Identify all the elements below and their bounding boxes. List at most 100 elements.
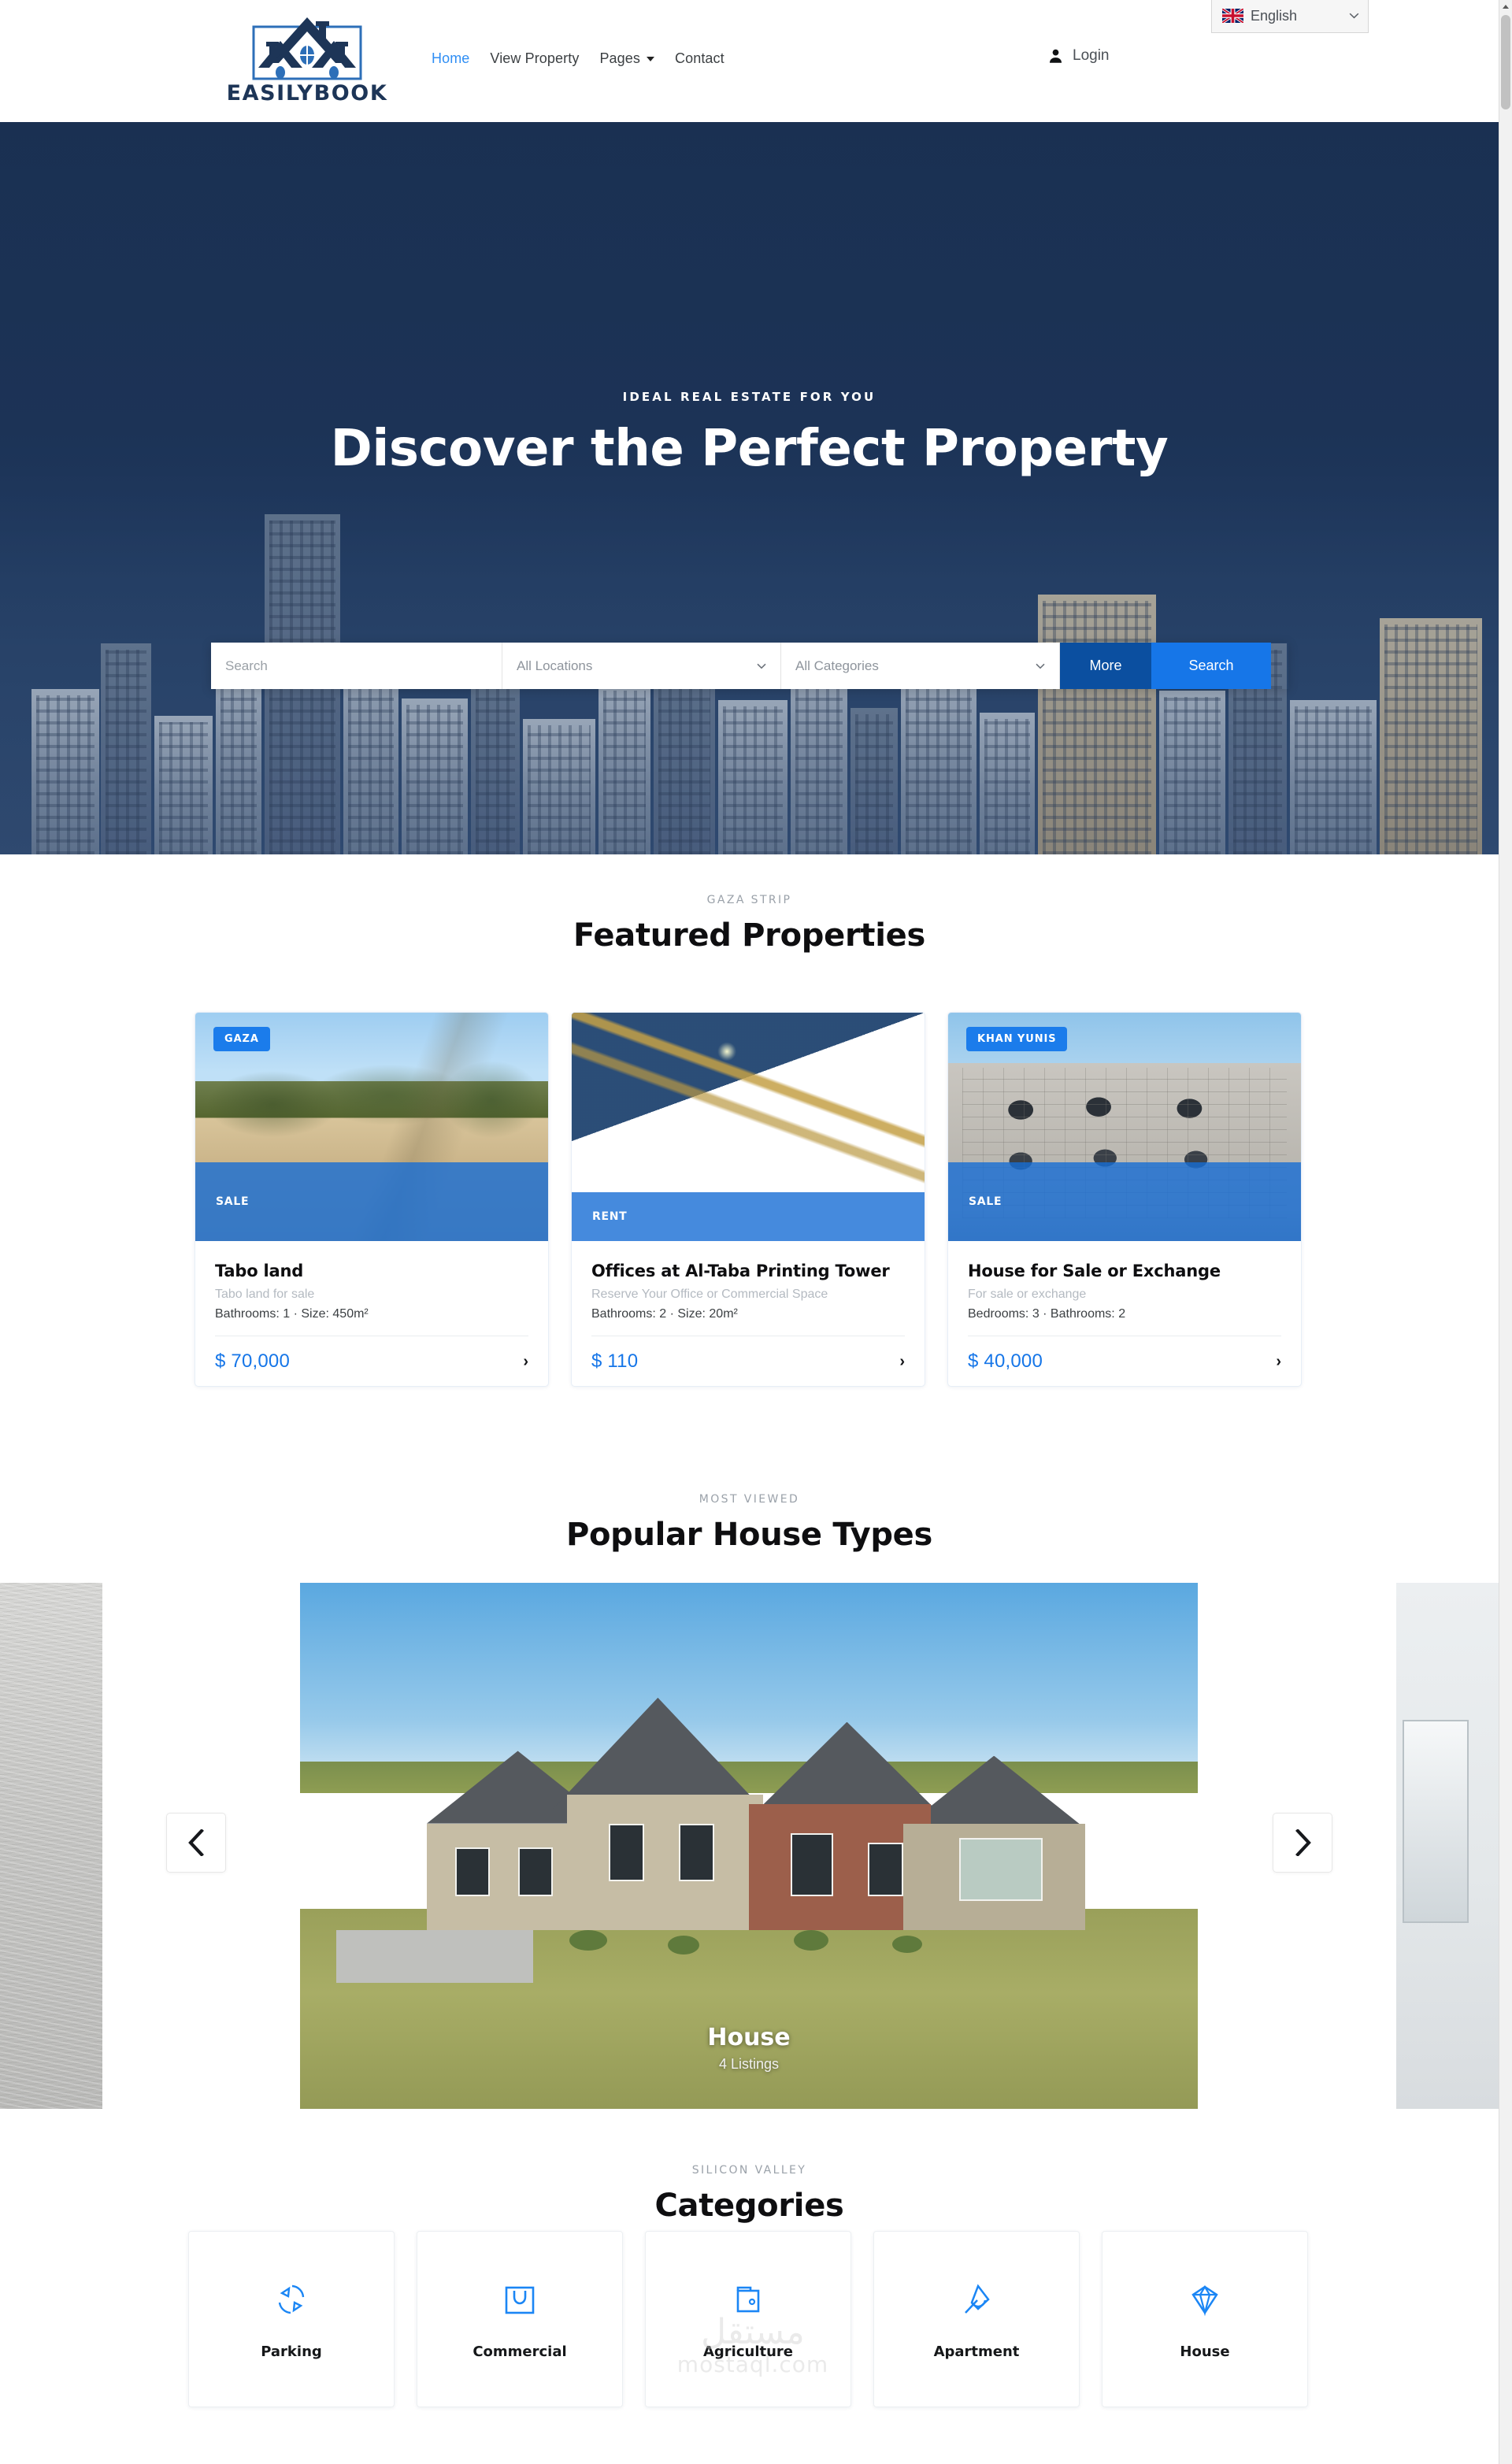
search-keyword-field[interactable] — [211, 643, 502, 689]
category-card-house[interactable]: House — [1102, 2231, 1308, 2407]
property-subtitle: Reserve Your Office or Commercial Space — [591, 1288, 828, 1301]
chevron-down-icon — [1036, 663, 1045, 669]
categories-grid: Parking Commercial Agriculture Apartment… — [188, 2231, 1313, 2407]
carousel-slide-previous[interactable] — [0, 1583, 102, 2109]
page-root: EASILYBOOK Home View Property Pages Cont… — [0, 0, 1512, 2464]
status-badge: RENT — [592, 1210, 628, 1223]
property-title: House for Sale or Exchange — [968, 1262, 1221, 1280]
location-select[interactable]: All Locations — [502, 643, 781, 689]
site-logo[interactable]: EASILYBOOK — [209, 14, 406, 109]
leaf-icon — [965, 2283, 990, 2314]
hero-section: IDEAL REAL ESTATE FOR YOU Discover the P… — [0, 122, 1499, 854]
categories-title: Categories — [654, 2188, 844, 2224]
featured-title: Featured Properties — [573, 917, 925, 954]
chevron-down-icon — [1349, 13, 1359, 19]
nav-item-pages[interactable]: Pages — [599, 50, 654, 67]
nav-item-pages-label: Pages — [599, 50, 640, 66]
status-tag-strip: RENT — [572, 1192, 925, 1241]
scrollbar-thumb[interactable] — [1501, 15, 1510, 109]
featured-eyebrow: GAZA STRIP — [706, 894, 792, 906]
page-scrollbar[interactable] — [1499, 0, 1512, 2464]
nav-item-home[interactable]: Home — [432, 50, 469, 67]
category-label: Commercial — [472, 2343, 567, 2360]
house-type-listing-count: 4 Listings — [718, 2056, 780, 2072]
search-input[interactable] — [225, 658, 487, 674]
property-meta: Bathrooms: 2 · Size: 20m² — [591, 1307, 738, 1321]
house-types-carousel: House 4 Listings — [0, 1583, 1499, 2109]
categories-eyebrow: SILICON VALLEY — [691, 2164, 807, 2177]
carousel-slide-next[interactable] — [1396, 1583, 1499, 2109]
hero-eyebrow: IDEAL REAL ESTATE FOR YOU — [622, 390, 876, 404]
house-type-name: House — [707, 2024, 791, 2051]
refresh-arrows-icon — [278, 2284, 305, 2314]
status-tag-strip: SALE — [195, 1162, 548, 1241]
status-badge: SALE — [969, 1195, 1002, 1208]
carousel-next-button[interactable] — [1273, 1813, 1332, 1873]
more-filters-button[interactable]: More — [1060, 643, 1151, 689]
person-icon — [1049, 49, 1062, 63]
property-search-bar: All Locations All Categories More Search — [211, 643, 1288, 689]
property-meta: Bedrooms: 3 · Bathrooms: 2 — [968, 1307, 1126, 1321]
main-navigation: Home View Property Pages Contact — [432, 50, 724, 67]
browser-viewport: EASILYBOOK Home View Property Pages Cont… — [0, 0, 1499, 2464]
property-title: Offices at Al-Taba Printing Tower — [591, 1262, 890, 1280]
property-image: RENT — [572, 1013, 925, 1241]
category-label: Agriculture — [702, 2343, 794, 2360]
language-selector[interactable]: English — [1211, 0, 1369, 33]
category-label: House — [1180, 2343, 1230, 2360]
category-card-parking[interactable]: Parking — [188, 2231, 395, 2407]
hero-content: IDEAL REAL ESTATE FOR YOU Discover the P… — [0, 390, 1499, 476]
location-badge: GAZA — [213, 1027, 270, 1051]
property-card[interactable]: GAZA SALE Tabo land Tabo land for sale B… — [195, 1012, 549, 1387]
category-card-apartment[interactable]: Apartment — [873, 2231, 1080, 2407]
category-label: Apartment — [933, 2343, 1020, 2360]
location-badge: KHAN YUNIS — [966, 1027, 1068, 1051]
status-tag-strip: SALE — [948, 1162, 1301, 1241]
category-card-commercial[interactable]: Commercial — [417, 2231, 623, 2407]
category-select[interactable]: All Categories — [781, 643, 1060, 689]
chevron-right-icon[interactable]: › — [523, 1354, 528, 1369]
property-image: KHAN YUNIS SALE — [948, 1013, 1301, 1241]
chevron-down-icon — [647, 56, 654, 61]
carousel-prev-button[interactable] — [166, 1813, 226, 1873]
property-image: GAZA SALE — [195, 1013, 548, 1241]
property-price: $ 70,000 — [215, 1350, 291, 1372]
category-label: Parking — [261, 2343, 322, 2360]
carousel-slide-active[interactable]: House 4 Listings — [300, 1583, 1198, 2109]
location-select-label: All Locations — [517, 658, 593, 673]
house-logo-icon — [252, 17, 362, 80]
property-price: $ 110 — [591, 1350, 639, 1372]
login-link[interactable]: Login — [1047, 47, 1110, 65]
category-card-agriculture[interactable]: Agriculture — [645, 2231, 851, 2407]
chevron-right-icon[interactable]: › — [899, 1354, 905, 1369]
carousel-caption: House 4 Listings — [300, 2024, 1198, 2073]
diamond-icon — [1191, 2284, 1218, 2316]
chevron-left-icon — [188, 1829, 204, 1856]
search-button[interactable]: Search — [1151, 643, 1271, 689]
property-subtitle: Tabo land for sale — [215, 1288, 315, 1301]
featured-cards-grid: GAZA SALE Tabo land Tabo land for sale B… — [195, 1012, 1305, 1387]
nav-item-view-property[interactable]: View Property — [490, 50, 579, 67]
shopping-bag-icon — [505, 2286, 535, 2314]
hero-title: Discover the Perfect Property — [330, 420, 1169, 478]
login-label: Login — [1073, 47, 1110, 64]
status-badge: SALE — [216, 1195, 250, 1208]
language-label: English — [1251, 7, 1298, 24]
hero-skyline — [0, 413, 1499, 854]
briefcase-icon — [736, 2286, 760, 2312]
chevron-right-icon[interactable]: › — [1276, 1354, 1281, 1369]
scroll-up-arrow-icon[interactable] — [1499, 0, 1512, 13]
property-card[interactable]: KHAN YUNIS SALE House for Sale or Exchan… — [947, 1012, 1302, 1387]
chevron-right-icon — [1295, 1829, 1311, 1856]
property-price: $ 40,000 — [968, 1350, 1043, 1372]
property-subtitle: For sale or exchange — [968, 1288, 1087, 1301]
featured-properties-section: GAZA STRIP Featured Properties GAZA SALE… — [0, 854, 1499, 1421]
nav-item-contact[interactable]: Contact — [675, 50, 724, 67]
popular-house-types-section: MOST VIEWED Popular House Types House 4 … — [0, 1455, 1499, 2140]
property-meta: Bathrooms: 1 · Size: 450m² — [215, 1307, 369, 1321]
popular-eyebrow: MOST VIEWED — [699, 1493, 800, 1506]
property-card[interactable]: RENT Offices at Al-Taba Printing Tower R… — [571, 1012, 925, 1387]
site-header: EASILYBOOK Home View Property Pages Cont… — [0, 0, 1499, 122]
categories-section: SILICON VALLEY Categories Parking Commer… — [0, 2140, 1499, 2464]
uk-flag-icon — [1222, 9, 1243, 23]
